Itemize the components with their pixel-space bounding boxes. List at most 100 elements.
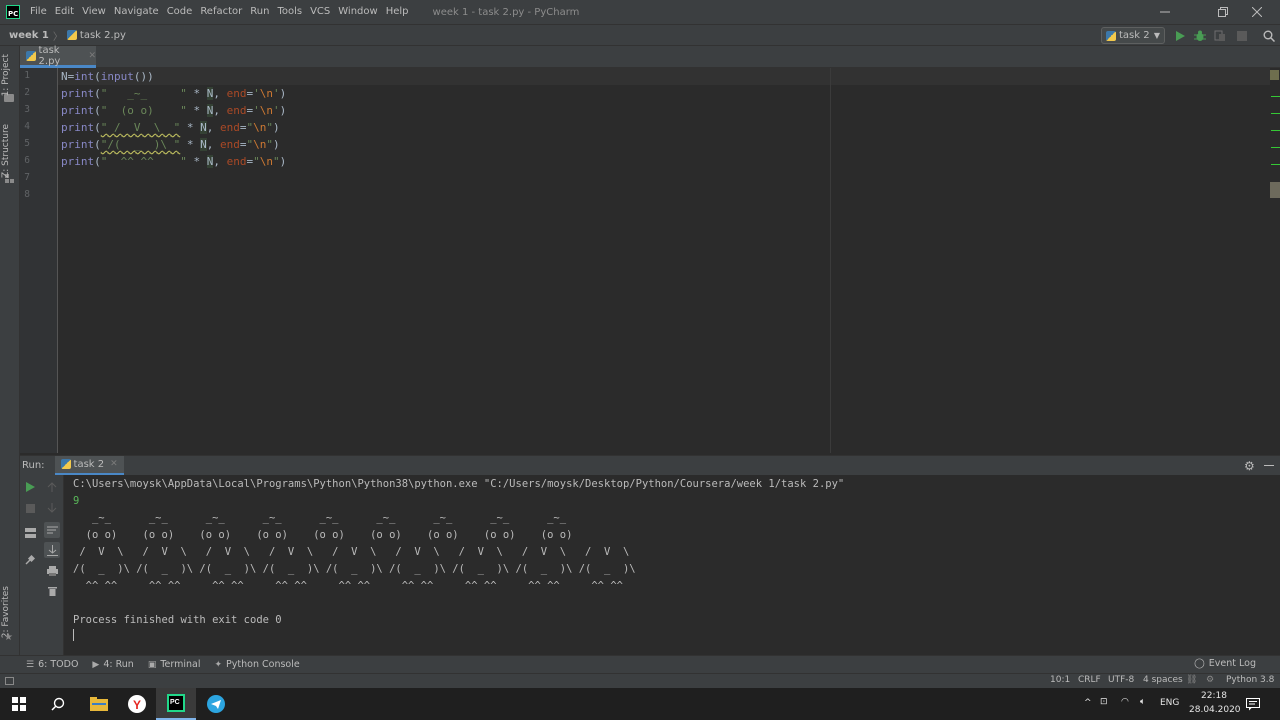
todo-tool-label: 6: TODO	[38, 659, 79, 670]
search-icon[interactable]	[38, 688, 78, 720]
clock-date[interactable]: 28.04.2020	[1189, 705, 1241, 715]
line-number: 5	[24, 138, 30, 149]
caret-position[interactable]: 10:1	[1050, 675, 1070, 685]
line-separator[interactable]: CRLF	[1078, 675, 1101, 685]
project-tool-tab[interactable]: 1: Project	[1, 54, 11, 96]
console-output-line: /( _ )\ /( _ )\ /( _ )\ /( _ )\ /( _ )\ …	[73, 563, 636, 575]
input-language[interactable]: ENG	[1160, 698, 1179, 708]
lock-icon[interactable]: ⛓	[1186, 675, 1197, 685]
python-file-icon	[1106, 30, 1116, 41]
window-title: week 1 - task 2.py - PyCharm	[432, 6, 580, 18]
file-encoding[interactable]: UTF-8	[1108, 675, 1134, 685]
menu-file[interactable]: File	[26, 0, 51, 24]
stop-icon[interactable]	[1234, 28, 1250, 44]
change-marker[interactable]	[1271, 96, 1280, 97]
change-marker[interactable]	[1271, 147, 1280, 148]
layout-icon[interactable]	[22, 525, 38, 541]
change-marker[interactable]	[1271, 130, 1280, 131]
trash-icon[interactable]	[44, 583, 60, 599]
tray-chevron-up-icon[interactable]: ^	[1084, 698, 1092, 708]
close-tab-icon[interactable]: ✕	[88, 51, 96, 61]
code-line: print(" (o o) " * N, end='\n')	[61, 104, 287, 117]
editor-error-stripe[interactable]	[1270, 68, 1280, 453]
editor-tab-task2[interactable]: task 2.py ✕	[20, 45, 96, 68]
menu-edit[interactable]: Edit	[51, 0, 78, 24]
run-tab-task2[interactable]: task 2 ✕	[54, 455, 124, 476]
event-log-tool-tab[interactable]: ◯ Event Log	[1194, 658, 1256, 669]
soft-wrap-icon[interactable]	[44, 522, 60, 538]
change-marker[interactable]	[1271, 164, 1280, 165]
left-tool-stripe: 1: Project Z: Structure 2: Favorites ★	[0, 46, 20, 656]
menu-vcs[interactable]: VCS	[306, 0, 334, 24]
terminal-tool-tab[interactable]: ▣ Terminal	[148, 659, 201, 670]
yandex-browser-icon[interactable]: Y	[118, 688, 156, 720]
menu-code[interactable]: Code	[163, 0, 197, 24]
wifi-icon[interactable]: ◠	[1121, 697, 1129, 707]
event-log-icon: ◯	[1194, 658, 1205, 669]
code-line: N=int(input())	[61, 70, 154, 83]
debug-icon[interactable]	[1192, 28, 1208, 44]
code-line: print(" _~_ " * N, end='\n')	[61, 87, 287, 100]
menu-help[interactable]: Help	[382, 0, 413, 24]
print-icon[interactable]	[44, 563, 60, 579]
terminal-icon: ▣	[147, 659, 157, 670]
volume-icon[interactable]: 🔈︎	[1140, 697, 1145, 707]
close-tab-icon[interactable]: ✕	[110, 459, 118, 469]
inspection-status-icon[interactable]	[1270, 70, 1279, 80]
console-output-line: (o o) (o o) (o o) (o o) (o o) (o o) (o o…	[73, 529, 573, 541]
run-icon[interactable]	[1172, 28, 1188, 44]
line-number: 7	[24, 172, 30, 183]
structure-tool-tab[interactable]: Z: Structure	[1, 124, 11, 178]
search-icon[interactable]	[1261, 28, 1277, 44]
navigation-bar: week 1 〉 task 2.py task 2 ▼	[0, 24, 1280, 46]
menu-view[interactable]: View	[78, 0, 110, 24]
menu-window[interactable]: Window	[334, 0, 381, 24]
gear-icon[interactable]: ⚙	[1244, 459, 1255, 473]
run-icon: ▶	[92, 659, 100, 670]
run-with-coverage-icon[interactable]	[1212, 28, 1228, 44]
run-tool-tab[interactable]: ▶ 4: Run	[92, 659, 133, 670]
clock-time[interactable]: 22:18	[1201, 691, 1227, 701]
breadcrumb-folder[interactable]: week 1	[9, 30, 49, 41]
menu-refactor[interactable]: Refactor	[196, 0, 246, 24]
star-icon: ★	[4, 632, 13, 643]
run-configuration-select[interactable]: task 2 ▼	[1101, 27, 1165, 44]
menu-tools[interactable]: Tools	[273, 0, 306, 24]
line-number-gutter[interactable]: 1 2 3 4 5 6 7 8	[20, 68, 58, 453]
pycharm-logo-icon[interactable]: PC	[6, 5, 20, 19]
pin-icon[interactable]	[22, 552, 38, 568]
notifications-icon[interactable]	[1240, 688, 1266, 720]
python-file-icon	[26, 50, 36, 61]
menu-run[interactable]: Run	[246, 0, 273, 24]
pycharm-taskbar-icon[interactable]: PC	[156, 688, 196, 720]
line-number: 4	[24, 121, 30, 132]
scroll-down-icon[interactable]	[44, 500, 60, 516]
python-console-tool-tab[interactable]: ✦ Python Console	[215, 659, 300, 670]
scroll-up-icon[interactable]	[44, 479, 60, 495]
tool-windows-toggle-icon[interactable]	[5, 677, 14, 685]
console-output-line: ^^ ^^ ^^ ^^ ^^ ^^ ^^ ^^ ^^ ^^ ^^ ^^ ^^ ^…	[73, 580, 623, 592]
indent-setting[interactable]: 4 spaces	[1143, 675, 1183, 685]
python-interpreter[interactable]: Python 3.8	[1226, 675, 1274, 685]
editor-tab-bar: task 2.py ✕	[20, 45, 1280, 68]
breadcrumb-file[interactable]: task 2.py	[80, 30, 126, 41]
todo-tool-tab[interactable]: ☰ 6: TODO	[26, 659, 78, 670]
windows-start-icon[interactable]	[0, 688, 38, 720]
file-explorer-icon[interactable]	[80, 688, 118, 720]
network-icon[interactable]: ⊡	[1100, 697, 1108, 707]
bottom-tool-tabs: ☰ 6: TODO ▶ 4: Run ▣ Terminal ✦ Python C…	[0, 655, 1280, 673]
change-marker[interactable]	[1271, 113, 1280, 114]
scrollbar-thumb[interactable]	[1270, 182, 1280, 198]
scroll-to-end-icon[interactable]	[44, 542, 60, 558]
svg-text:Y: Y	[133, 698, 141, 712]
line-number: 2	[24, 87, 30, 98]
rerun-icon[interactable]	[22, 479, 38, 495]
menu-navigate[interactable]: Navigate	[110, 0, 163, 24]
minimize-icon[interactable]	[1142, 0, 1188, 24]
favorites-tool-tab[interactable]: 2: Favorites	[1, 586, 11, 638]
telegram-icon[interactable]	[196, 688, 236, 720]
list-icon: ☰	[26, 659, 35, 670]
stop-icon[interactable]	[22, 500, 38, 516]
hide-panel-icon[interactable]	[1264, 465, 1274, 466]
close-window-icon[interactable]	[1234, 0, 1280, 24]
